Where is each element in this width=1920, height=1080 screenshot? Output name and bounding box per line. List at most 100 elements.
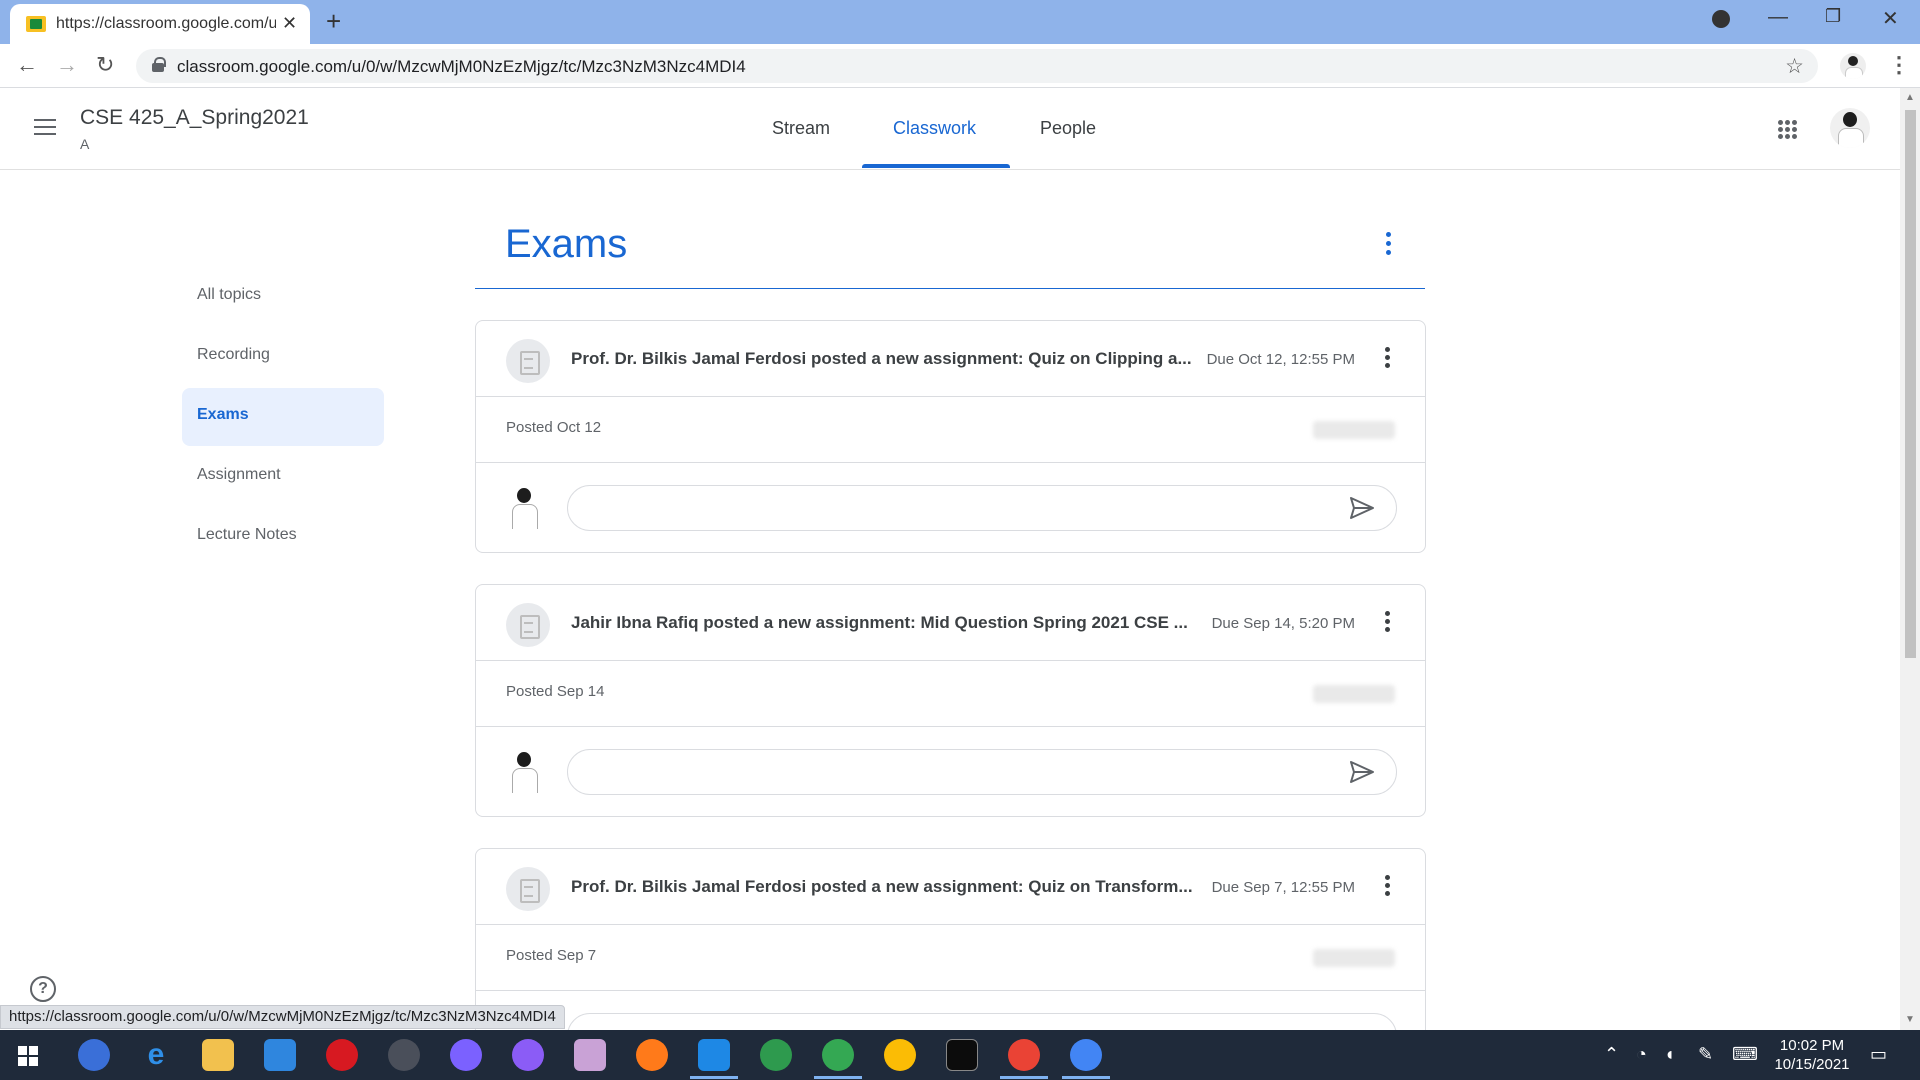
- assignment-title[interactable]: Jahir Ibna Rafiq posted a new assignment…: [571, 613, 1201, 633]
- posted-date: Posted Sep 14: [506, 683, 605, 700]
- assignment-more-options-icon[interactable]: [1385, 347, 1391, 369]
- messenger-icon[interactable]: [450, 1039, 482, 1071]
- clock-time: 10:02 PM: [1779, 1037, 1845, 1054]
- help-icon[interactable]: ?: [30, 976, 56, 1002]
- scroll-down-icon[interactable]: ▼: [1905, 1014, 1915, 1025]
- topic-title: Exams: [505, 222, 628, 266]
- assignment-card[interactable]: Prof. Dr. Bilkis Jamal Ferdosi posted a …: [475, 320, 1426, 553]
- comment-input[interactable]: [567, 749, 1397, 795]
- send-icon[interactable]: [1349, 496, 1375, 520]
- assignment-more-options-icon[interactable]: [1385, 611, 1391, 633]
- taskbar-clock[interactable]: 10:02 PM 10/15/2021: [1770, 1036, 1854, 1074]
- commenter-avatar: [504, 749, 544, 793]
- new-tab-button[interactable]: +: [326, 6, 341, 37]
- vscode-icon[interactable]: [690, 1039, 738, 1079]
- browser-toolbar: ← → ↻ classroom.google.com/u/0/w/MzcwMjM…: [0, 44, 1920, 88]
- app-icon[interactable]: [388, 1039, 420, 1071]
- minimize-button[interactable]: —: [1768, 6, 1788, 29]
- topic-more-options-icon[interactable]: [1386, 232, 1392, 258]
- browser-tab[interactable]: https://classroom.google.com/u/ ✕: [10, 4, 310, 44]
- address-bar[interactable]: classroom.google.com/u/0/w/MzcwMjM0NzEzM…: [136, 49, 1818, 83]
- assignment-card[interactable]: Prof. Dr. Bilkis Jamal Ferdosi posted a …: [475, 848, 1426, 1038]
- chrome-icon[interactable]: [1000, 1039, 1048, 1079]
- assignment-meta: Posted Sep 7: [476, 925, 1425, 991]
- browser-menu-icon[interactable]: ⋮: [1888, 52, 1910, 78]
- firefox-icon[interactable]: [636, 1039, 668, 1071]
- link-status-bar: https://classroom.google.com/u/0/w/MzcwM…: [0, 1005, 565, 1029]
- back-button[interactable]: ←: [16, 52, 38, 78]
- restore-button[interactable]: ❐: [1825, 6, 1841, 27]
- bookmark-star-icon[interactable]: ☆: [1785, 54, 1804, 79]
- profile-menu-icon[interactable]: [1712, 10, 1730, 28]
- assignment-card[interactable]: Jahir Ibna Rafiq posted a new assignment…: [475, 584, 1426, 817]
- blurred-status: [1313, 949, 1395, 967]
- class-section: A: [80, 136, 90, 152]
- tab-people[interactable]: People: [1040, 118, 1096, 139]
- chrome-icon[interactable]: [1062, 1039, 1110, 1079]
- lock-icon: [152, 57, 166, 72]
- active-tab-indicator: [862, 164, 1010, 168]
- topic-lecture-notes[interactable]: Lecture Notes: [182, 508, 384, 566]
- comment-input[interactable]: [567, 485, 1397, 531]
- windows-start-icon[interactable]: [18, 1046, 38, 1066]
- assignment-header[interactable]: Prof. Dr. Bilkis Jamal Ferdosi posted a …: [476, 849, 1425, 925]
- pen-icon[interactable]: ✎: [1698, 1044, 1713, 1065]
- browser-tab-strip: https://classroom.google.com/u/ ✕ + — ❐ …: [0, 0, 1920, 44]
- page-scrollbar[interactable]: ▲ ▼: [1900, 88, 1920, 1030]
- edge-icon[interactable]: e: [140, 1039, 172, 1071]
- blurred-status: [1313, 685, 1395, 703]
- tab-stream[interactable]: Stream: [772, 118, 830, 139]
- send-icon[interactable]: [1349, 760, 1375, 784]
- classroom-favicon-icon: [26, 16, 46, 32]
- opera-icon[interactable]: [326, 1039, 358, 1071]
- network-icon[interactable]: ◔: [1636, 1044, 1647, 1065]
- scroll-up-icon[interactable]: ▲: [1905, 92, 1915, 103]
- topic-recording[interactable]: Recording: [182, 328, 384, 386]
- class-name[interactable]: CSE 425_A_Spring2021: [80, 106, 309, 130]
- github-icon[interactable]: [512, 1039, 544, 1071]
- chrome-icon[interactable]: [814, 1039, 862, 1079]
- tray-chevron-icon[interactable]: ⌃: [1604, 1044, 1619, 1065]
- tab-classwork[interactable]: Classwork: [893, 118, 976, 139]
- topic-assignment[interactable]: Assignment: [182, 448, 384, 506]
- qbittorrent-icon[interactable]: [78, 1039, 110, 1071]
- account-avatar[interactable]: [1830, 108, 1870, 148]
- classroom-header: CSE 425_A_Spring2021 A Stream Classwork …: [0, 88, 1900, 170]
- assignment-meta: Posted Oct 12: [476, 397, 1425, 463]
- windows-taskbar: e ⌃ ◔ ◖ ✎ ⌨ 10:02 PM 10/15/2021 ▭: [0, 1030, 1920, 1080]
- assignment-header[interactable]: Prof. Dr. Bilkis Jamal Ferdosi posted a …: [476, 321, 1425, 397]
- assignment-due: Due Sep 14, 5:20 PM: [1211, 615, 1355, 632]
- google-apps-icon[interactable]: [1778, 120, 1798, 140]
- assignment-title[interactable]: Prof. Dr. Bilkis Jamal Ferdosi posted a …: [571, 349, 1201, 369]
- assignment-title[interactable]: Prof. Dr. Bilkis Jamal Ferdosi posted a …: [571, 877, 1201, 897]
- terminal-icon[interactable]: [946, 1039, 978, 1071]
- assignment-due: Due Sep 7, 12:55 PM: [1211, 879, 1355, 896]
- paint-icon[interactable]: [574, 1039, 606, 1071]
- topic-exams[interactable]: Exams: [182, 388, 384, 446]
- close-tab-icon[interactable]: ✕: [282, 13, 297, 34]
- assignment-header[interactable]: Jahir Ibna Rafiq posted a new assignment…: [476, 585, 1425, 661]
- posted-date: Posted Sep 7: [506, 947, 597, 964]
- comment-row: [476, 727, 1425, 816]
- notifications-icon[interactable]: ▭: [1870, 1044, 1887, 1065]
- assignment-icon: [506, 339, 550, 383]
- address-url: classroom.google.com/u/0/w/MzcwMjM0NzEzM…: [177, 57, 746, 76]
- main-menu-icon[interactable]: [34, 119, 56, 135]
- topic-all-topics[interactable]: All topics: [182, 268, 384, 326]
- forward-button[interactable]: →: [56, 52, 78, 78]
- keyboard-icon[interactable]: ⌨: [1732, 1044, 1758, 1065]
- chrome-icon[interactable]: [884, 1039, 916, 1071]
- file-explorer-icon[interactable]: [202, 1039, 234, 1071]
- reload-button[interactable]: ↻: [96, 52, 114, 78]
- commenter-avatar: [504, 485, 544, 529]
- topic-divider: [475, 288, 1425, 289]
- mail-icon[interactable]: [264, 1039, 296, 1071]
- volume-icon[interactable]: ◖: [1664, 1044, 1675, 1065]
- assignment-more-options-icon[interactable]: [1385, 875, 1391, 897]
- close-window-button[interactable]: ✕: [1882, 6, 1899, 31]
- posted-date: Posted Oct 12: [506, 419, 602, 436]
- assignment-icon: [506, 603, 550, 647]
- browser-profile-avatar[interactable]: [1840, 53, 1866, 79]
- app-icon[interactable]: [760, 1039, 792, 1071]
- scroll-thumb[interactable]: [1905, 110, 1916, 658]
